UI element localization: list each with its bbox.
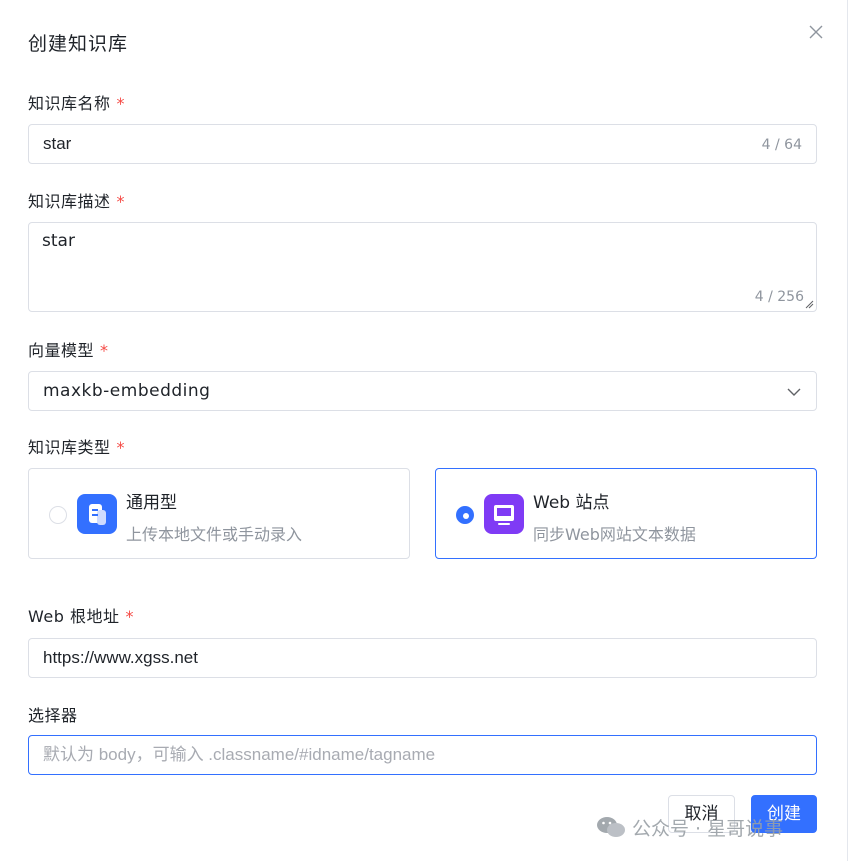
general-option-title: 通用型 bbox=[126, 493, 177, 513]
selector-input[interactable] bbox=[43, 736, 802, 774]
description-value: star bbox=[42, 231, 75, 251]
required-mark: * bbox=[125, 607, 134, 626]
wechat-icon bbox=[597, 817, 625, 837]
web-root-url-value: https://www.xgss.net bbox=[43, 648, 198, 667]
name-field-value: star bbox=[43, 134, 72, 153]
web-option-title: Web 站点 bbox=[533, 493, 610, 513]
general-option-desc: 上传本地文件或手动录入 bbox=[126, 525, 303, 544]
watermark-text: 公众号 · 星哥说事 bbox=[632, 817, 784, 840]
name-char-counter: 4 / 64 bbox=[761, 137, 802, 153]
required-mark: * bbox=[116, 94, 126, 113]
chevron-down-icon bbox=[787, 388, 801, 396]
dialog-title: 创建知识库 bbox=[28, 33, 129, 55]
web-root-label: Web 根地址 * bbox=[28, 603, 134, 627]
description-textarea[interactable]: star 4 / 256 bbox=[28, 222, 817, 312]
required-mark: * bbox=[116, 192, 126, 211]
web-root-url-field[interactable]: https://www.xgss.net bbox=[28, 638, 817, 678]
selector-field[interactable] bbox=[28, 735, 817, 775]
web-option-desc: 同步Web网站文本数据 bbox=[533, 525, 696, 544]
web-radio[interactable] bbox=[456, 506, 474, 524]
web-root-label-text: Web 根地址 bbox=[28, 607, 120, 626]
document-icon bbox=[77, 494, 117, 534]
required-mark: * bbox=[116, 438, 126, 457]
required-mark: * bbox=[100, 341, 109, 360]
embedding-model-select[interactable]: maxkb-embedding bbox=[28, 371, 817, 411]
description-label-text: 知识库描述 bbox=[28, 192, 111, 211]
description-char-counter: 4 / 256 bbox=[754, 289, 804, 305]
resize-handle-icon[interactable] bbox=[804, 299, 814, 309]
watermark: 公众号 · 星哥说事 bbox=[596, 812, 783, 842]
name-label: 知识库名称 * bbox=[28, 90, 125, 114]
name-field[interactable]: star 4 / 64 bbox=[28, 124, 817, 164]
close-icon[interactable] bbox=[806, 22, 826, 42]
selector-label-text: 选择器 bbox=[28, 706, 78, 725]
type-label: 知识库类型 * bbox=[28, 434, 125, 458]
type-option-general[interactable]: 通用型 上传本地文件或手动录入 bbox=[28, 468, 410, 559]
model-label-text: 向量模型 bbox=[28, 341, 95, 360]
type-option-web[interactable]: Web 站点 同步Web网站文本数据 bbox=[435, 468, 817, 559]
model-label: 向量模型 * bbox=[28, 337, 109, 361]
create-knowledge-base-dialog: 创建知识库 知识库名称 * star 4 / 64 知识库描述 * star 4 /… bbox=[0, 0, 848, 861]
monitor-icon bbox=[484, 494, 524, 534]
name-label-text: 知识库名称 bbox=[28, 94, 111, 113]
general-radio[interactable] bbox=[49, 506, 67, 524]
type-label-text: 知识库类型 bbox=[28, 438, 111, 457]
description-label: 知识库描述 * bbox=[28, 188, 125, 212]
model-select-value: maxkb-embedding bbox=[43, 381, 211, 401]
selector-label: 选择器 bbox=[28, 702, 78, 726]
